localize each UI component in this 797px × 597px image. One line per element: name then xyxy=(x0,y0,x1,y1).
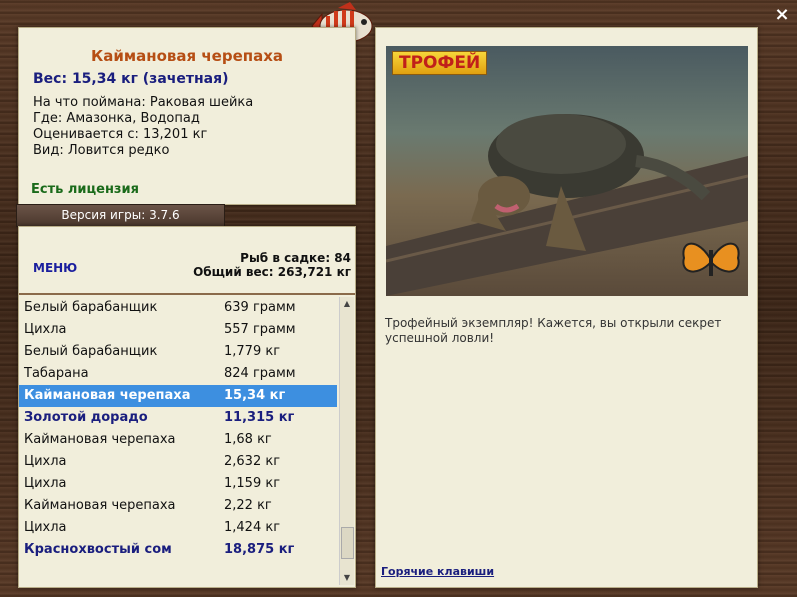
fish-name: Белый барабанщик xyxy=(24,300,158,315)
fish-list: Белый барабанщик 639 грамм Цихла 557 грамм Б… xyxy=(19,297,337,585)
fish-weight: 11,315 кг xyxy=(224,410,295,425)
fish-weight: 2,22 кг xyxy=(224,498,272,513)
fish-weight: 18,875 кг xyxy=(224,542,295,557)
fish-name: Цихла xyxy=(24,520,67,535)
scroll-up-icon[interactable]: ▲ xyxy=(340,297,354,311)
fish-name: Краснохвостый сом xyxy=(24,542,172,557)
divider xyxy=(19,293,355,295)
fish-list-row[interactable]: Краснохвостый сом 18,875 кг xyxy=(19,539,337,561)
fish-list-row[interactable]: Цихла 1,424 кг xyxy=(19,517,337,539)
fish-name: Каймановая черепаха xyxy=(24,498,176,513)
fish-count: Рыб в садке: 84 xyxy=(240,251,351,265)
fish-list-row[interactable]: Цихла 1,159 кг xyxy=(19,473,337,495)
close-button[interactable]: × xyxy=(773,6,791,24)
trophy-panel: ТРОФЕЙ Трофейный экземпляр! Кажется, вы … xyxy=(375,27,758,588)
fish-name: Цихла xyxy=(24,454,67,469)
fish-weight: 824 грамм xyxy=(224,366,296,381)
fish-name: Табарана xyxy=(24,366,89,381)
catch-list-panel: МЕНЮ Рыб в садке: 84 Общий вес: 263,721 … xyxy=(18,226,356,588)
catch-info-panel: Каймановая черепаха Вес: 15,34 кг (зачет… xyxy=(18,27,356,205)
catch-location: Где: Амазонка, Водопад xyxy=(33,111,200,126)
fish-weight: 1,424 кг xyxy=(224,520,281,535)
fish-name: Золотой дорадо xyxy=(24,410,148,425)
fish-list-row[interactable]: Цихла 2,632 кг xyxy=(19,451,337,473)
fish-name: Цихла xyxy=(24,476,67,491)
fish-list-row[interactable]: Золотой дорадо 11,315 кг xyxy=(19,407,337,429)
scroll-thumb[interactable] xyxy=(341,527,354,559)
catch-weight: Вес: 15,34 кг (зачетная) xyxy=(33,71,229,87)
fish-list-row[interactable]: Белый барабанщик 639 грамм xyxy=(19,297,337,319)
cage-stats: Рыб в садке: 84 Общий вес: 263,721 кг xyxy=(193,251,351,279)
butterfly-icon xyxy=(678,232,744,292)
fish-list-row[interactable]: Каймановая черепаха 2,22 кг xyxy=(19,495,337,517)
fish-weight: 1,159 кг xyxy=(224,476,281,491)
fish-name: Цихла xyxy=(24,322,67,337)
catch-title: Каймановая черепаха xyxy=(90,47,284,65)
game-version: Версия игры: 3.7.6 xyxy=(16,204,225,227)
fish-weight: 2,632 кг xyxy=(224,454,281,469)
catch-bait: На что поймана: Раковая шейка xyxy=(33,95,254,110)
fish-list-row[interactable]: Табарана 824 грамм xyxy=(19,363,337,385)
fish-list-row[interactable]: Каймановая черепаха 1,68 кг xyxy=(19,429,337,451)
fish-name: Каймановая черепаха xyxy=(24,432,176,447)
trophy-photo: ТРОФЕЙ xyxy=(386,46,748,296)
hotkeys-link[interactable]: Горячие клавиши xyxy=(381,565,494,578)
trophy-badge: ТРОФЕЙ xyxy=(392,51,488,75)
menu-button[interactable]: МЕНЮ xyxy=(33,261,77,275)
fish-list-row[interactable]: Цихла 557 грамм xyxy=(19,319,337,341)
catch-valued: Оценивается с: 13,201 кг xyxy=(33,127,208,142)
total-weight: Общий вес: 263,721 кг xyxy=(193,265,351,279)
fish-weight: 557 грамм xyxy=(224,322,296,337)
fish-weight: 639 грамм xyxy=(224,300,296,315)
fish-weight: 1,779 кг xyxy=(224,344,281,359)
fish-weight: 1,68 кг xyxy=(224,432,272,447)
license-status: Есть лицензия xyxy=(31,182,139,197)
catch-species: Вид: Ловится редко xyxy=(33,143,170,158)
fish-weight: 15,34 кг xyxy=(224,388,286,403)
scroll-down-icon[interactable]: ▼ xyxy=(340,571,354,585)
fish-name: Белый барабанщик xyxy=(24,344,158,359)
list-scrollbar[interactable]: ▲ ▼ xyxy=(339,297,354,585)
fish-list-row[interactable]: Белый барабанщик 1,779 кг xyxy=(19,341,337,363)
fish-list-row[interactable]: Каймановая черепаха 15,34 кг xyxy=(19,385,337,407)
trophy-message: Трофейный экземпляр! Кажется, вы открыли… xyxy=(385,316,722,345)
fish-name: Каймановая черепаха xyxy=(24,388,191,403)
